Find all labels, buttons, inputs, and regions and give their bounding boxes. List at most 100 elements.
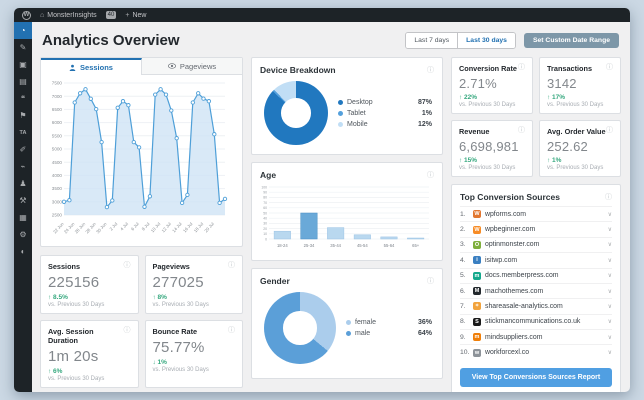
svg-text:3000: 3000 [52,199,63,204]
sidebar-item-collapse-menu[interactable]: ◐ [14,243,32,260]
sidebar-item-users[interactable]: ♟ [14,175,32,192]
chevron-down-icon[interactable]: ∨ [608,303,612,310]
source-row-wpbeginner-com[interactable]: 2. Wwpbeginner.com ∨ [460,221,612,236]
chevron-down-icon[interactable]: ∨ [608,241,612,248]
chevron-down-icon[interactable]: ∨ [608,288,612,295]
site-favicon-icon: W [473,210,481,219]
info-icon[interactable]: ⓘ [605,194,612,201]
chevron-down-icon[interactable]: ∨ [608,211,612,218]
eye-icon [167,63,176,69]
stat-label: Sessions [48,262,81,271]
info-icon[interactable]: ⓘ [606,127,613,134]
comments-menu[interactable]: 40 [105,11,117,19]
info-icon[interactable]: ⓘ [427,278,434,285]
set-custom-date-range-button[interactable]: Set Custom Date Range [523,33,619,48]
legend-value: 64% [417,330,432,337]
stat-change: ↑ 15% [459,157,478,164]
chevron-down-icon[interactable]: ∨ [608,272,612,279]
feedback-icon: ⚑ [19,111,27,120]
appearance-icon: ✐ [19,145,27,154]
sidebar-item-tools[interactable]: ⚒ [14,192,32,209]
legend-row-desktop: Desktop 87% [338,97,432,108]
source-row-mindsuppliers-com[interactable]: 9. m mindsuppliers.com ∨ [460,329,612,344]
sidebar-item-modules[interactable]: ▦ [14,209,32,226]
sidebar-item-thirstyaffiliates[interactable]: TA [14,124,32,141]
sidebar-item-media[interactable]: ▣ [14,56,32,73]
sessions-line-chart: 2500 3000 3500 4000 4500 5000 5500 6000 6500 7000… [41,75,242,246]
svg-text:90: 90 [263,191,267,195]
sidebar-item-feedback[interactable]: ⚑ [14,107,32,124]
source-domain: stickmancommunications.co.uk [485,318,581,326]
source-row-isitwp-com[interactable]: 4. i isitwp.com ∨ [460,252,612,267]
chevron-down-icon[interactable]: ∨ [608,226,612,233]
view-top-sources-report-button[interactable]: View Top Conversions Sources Report [460,367,612,387]
sidebar-item-posts[interactable]: ✎ [14,39,32,56]
source-row-workforcexl-co[interactable]: 10. w workforcexl.co ∨ [460,344,612,359]
stat-change: ↑ 8% [152,294,167,301]
svg-text:20: 20 [263,227,267,231]
sidebar-item-pages[interactable]: ▤ [14,73,32,90]
source-row-wpforms-com[interactable]: 1. Wwpforms.com ∨ [460,206,612,221]
thirstyaffiliates-icon: TA [19,129,27,136]
source-domain: mindsuppliers.com [485,333,543,341]
chevron-down-icon[interactable]: ∨ [608,318,612,325]
source-row-stickmancommunications-co-uk[interactable]: 8. Sstickmancommunications.co.uk ∨ [460,313,612,329]
stat-comparison-label: vs. Previous 30 Days [459,102,516,108]
sidebar-item-appearance[interactable]: ✐ [14,141,32,158]
age-title: Age [260,170,277,180]
legend-row-female: female 36% [346,317,432,328]
conversion-sources-list: 1. Wwpforms.com ∨ 2. Wwpbeginner.com ∨ 3. Oopti… [452,206,620,360]
svg-text:14 Jul: 14 Jul [171,221,183,233]
legend-row-mobile: Mobile 12% [338,119,432,130]
dashboard-icon: ◔ [20,26,26,35]
info-icon[interactable]: ⓘ [427,172,434,179]
source-row-shareasale-analytics-com[interactable]: 7. ✶ shareasale-analytics.com ∨ [460,298,612,313]
chevron-down-icon[interactable]: ∨ [608,257,612,264]
source-rank: 4. [460,256,466,264]
info-icon[interactable]: ⓘ [228,327,235,334]
users-icon: ♟ [19,179,27,188]
new-content-menu[interactable]: + New [125,12,146,19]
site-menu[interactable]: ⌂ MonsterInsights [40,12,97,19]
source-row-docs-memberpress-com[interactable]: 5. m docs.memberpress.com ∨ [460,267,612,283]
gender-panel: Gender ⓘ female 36% male 64% [251,268,443,379]
last-7-days-button[interactable]: Last 7 days [406,33,458,48]
info-icon[interactable]: ⓘ [606,64,613,71]
sidebar-item-dashboard[interactable]: ◔ [14,22,32,39]
source-row-machothemes-com[interactable]: 6. Mmachothemes.com ∨ [460,282,612,298]
sidebar-item-comments[interactable]: ❝ [14,90,32,107]
info-icon[interactable]: ⓘ [228,262,235,269]
sessions-chart-panel: Sessions Pageviews 2500 3000 3500 4000 4500 5… [40,57,243,247]
info-icon[interactable]: ⓘ [124,327,131,334]
sidebar-item-plugins[interactable]: ⌁ [14,158,32,175]
wp-logo-menu[interactable]: W [22,10,31,20]
legend-row-tablet: Tablet 1% [338,108,432,119]
info-icon[interactable]: ⓘ [124,262,131,269]
last-30-days-button[interactable]: Last 30 days [457,33,515,48]
site-favicon-icon: w [473,348,481,357]
stat-change: ↑ 22% [459,94,478,101]
collapse-menu-icon: ◐ [20,247,26,256]
stat-change: ↑ 8.5% [48,294,68,301]
plus-icon: + [125,11,130,19]
source-row-optinmonster-com[interactable]: 3. Ooptinmonster.com ∨ [460,236,612,252]
chevron-down-icon[interactable]: ∨ [608,334,612,341]
source-rank: 3. [460,241,466,249]
source-rank: 5. [460,272,466,280]
info-icon[interactable]: ⓘ [518,127,525,134]
stat-change: ↓ 1% [152,359,167,366]
posts-icon: ✎ [19,43,27,52]
stat-card-transactions: Transactions ⓘ 3142 ↑ 17% vs. Previous 30 Da… [539,57,621,114]
info-icon[interactable]: ⓘ [518,64,525,71]
stat-label: Avg. Order Value [547,127,606,136]
stat-change: ↑ 6% [48,368,63,375]
info-icon[interactable]: ⓘ [427,67,434,74]
chart-tabs: Sessions Pageviews [41,58,242,75]
sidebar-item-settings[interactable]: ⚙ [14,226,32,243]
tab-sessions[interactable]: Sessions [41,58,142,75]
source-rank: 8. [460,318,466,326]
tab-pageviews[interactable]: Pageviews [142,58,242,75]
svg-text:60: 60 [263,206,267,210]
plugins-icon: ⌁ [20,162,26,171]
chevron-down-icon[interactable]: ∨ [608,349,612,356]
